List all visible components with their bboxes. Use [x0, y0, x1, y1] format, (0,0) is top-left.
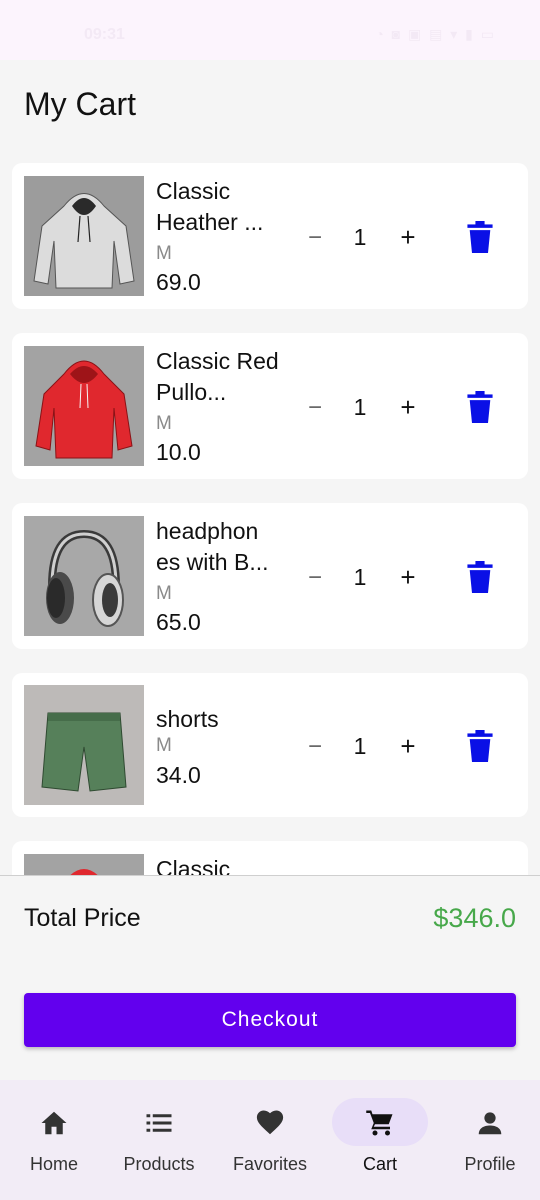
product-image	[24, 854, 144, 875]
nav-label-favorites: Favorites	[232, 1154, 308, 1174]
cart-item: headphon es with B... M 65.0 − 1 +	[12, 503, 528, 649]
nav-item-home[interactable]: Home	[0, 1080, 108, 1200]
nav-label-products: Products	[123, 1154, 195, 1174]
nav-item-products[interactable]: Products	[105, 1080, 213, 1200]
item-name: headphon es with B...	[156, 518, 269, 575]
item-price: 34.0	[156, 762, 201, 788]
product-image	[24, 176, 144, 296]
person-icon	[478, 1112, 502, 1135]
item-size: M	[156, 583, 172, 604]
decrease-quantity-button[interactable]: −	[304, 732, 326, 762]
list-icon	[146, 1114, 172, 1132]
nav-item-favorites[interactable]: Favorites	[216, 1080, 324, 1200]
cart-item: Classic Heather ... M 69.0 − 1 +	[12, 163, 528, 309]
item-name: Classic Red Pullo...	[156, 348, 279, 405]
increase-quantity-button[interactable]: +	[396, 222, 420, 252]
heart-icon	[256, 1110, 284, 1135]
item-name: Classic Heather ...	[156, 178, 264, 235]
trash-icon[interactable]	[466, 730, 494, 762]
decrease-quantity-button[interactable]: −	[304, 223, 326, 253]
cart-icon	[366, 1110, 393, 1136]
nav-label-profile: Profile	[464, 1154, 516, 1174]
status-bar: 09:31 ◔ ◙ ▣ ▤ ▾ ▮ ▭	[0, 0, 540, 60]
item-price: 65.0	[156, 609, 201, 635]
quantity-value: 1	[353, 224, 367, 250]
product-image	[24, 516, 144, 636]
trash-icon[interactable]	[466, 221, 494, 253]
decrease-quantity-button[interactable]: −	[304, 393, 326, 423]
status-time: 09:31	[84, 26, 125, 43]
status-icons: ◔ ◙ ▣ ▤ ▾ ▮ ▭	[375, 26, 496, 42]
item-price: 69.0	[156, 269, 201, 295]
increase-quantity-button[interactable]: +	[396, 392, 420, 422]
cart-item: shorts M 34.0 − 1 +	[12, 673, 528, 817]
cart-list[interactable]: Classic Heather ... M 69.0 − 1 + Classic…	[0, 150, 540, 875]
nav-item-profile[interactable]: Profile	[436, 1080, 540, 1200]
trash-icon[interactable]	[466, 561, 494, 593]
nav-label-cart: Cart	[362, 1154, 397, 1174]
nav-item-cart[interactable]: Cart	[326, 1080, 434, 1200]
item-size: M	[156, 243, 172, 264]
item-size: M	[156, 413, 172, 434]
cart-item: Classic Red Pullo... M 10.0 − 1 +	[12, 333, 528, 479]
nav-label-home: Home	[29, 1154, 78, 1174]
product-image	[24, 346, 144, 466]
quantity-value: 1	[353, 733, 367, 759]
cart-item: Classic	[12, 841, 528, 875]
total-label: Total Price	[24, 904, 141, 932]
item-price: 10.0	[156, 439, 201, 465]
total-value: $346.0	[433, 903, 516, 933]
home-icon	[41, 1111, 67, 1135]
increase-quantity-button[interactable]: +	[396, 731, 420, 761]
decrease-quantity-button[interactable]: −	[304, 563, 326, 593]
quantity-value: 1	[353, 394, 367, 420]
bottom-nav: Home Products Favorites Cart Profile	[0, 1080, 540, 1200]
item-name: Classic	[156, 856, 231, 875]
checkout-button[interactable]: Checkout	[24, 993, 516, 1047]
product-image	[24, 685, 144, 805]
page-title: My Cart	[24, 86, 136, 122]
item-name: shorts	[156, 706, 219, 732]
increase-quantity-button[interactable]: +	[396, 562, 420, 592]
summary-divider	[0, 875, 540, 876]
trash-icon[interactable]	[466, 391, 494, 423]
item-size: M	[156, 735, 172, 756]
quantity-value: 1	[353, 564, 367, 590]
